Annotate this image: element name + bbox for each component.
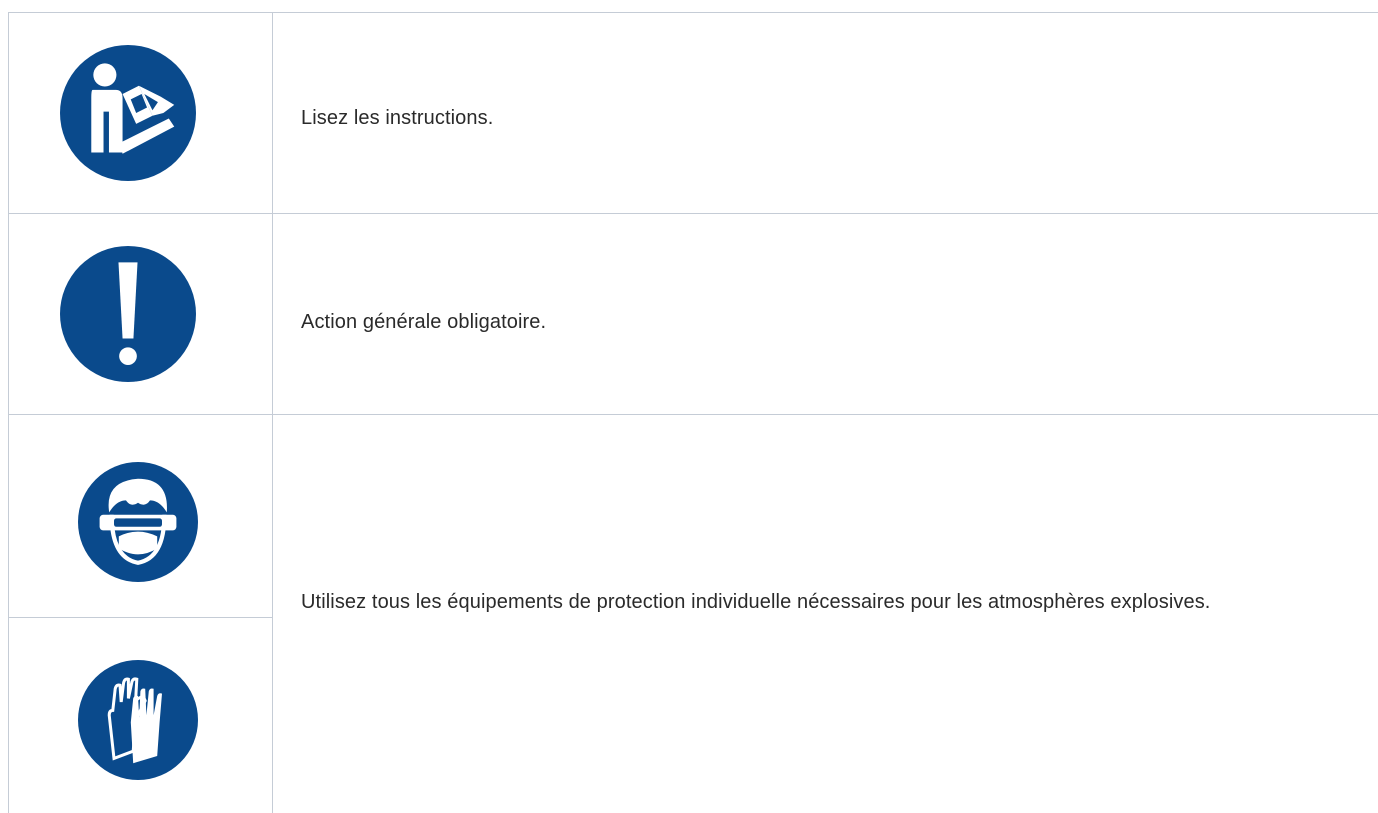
row-text: Action générale obligatoire. (301, 311, 547, 333)
read-manual-icon (60, 45, 196, 181)
gloves-icon (78, 660, 198, 780)
exclamation-mandatory-icon (60, 246, 196, 382)
goggles-mask-icon (78, 462, 198, 582)
row-text: Lisez les instructions. (301, 107, 494, 129)
table-cell-divider (8, 617, 272, 618)
table-row-divider (8, 414, 1378, 415)
table-column-divider (272, 12, 273, 813)
table-border-left (8, 12, 9, 813)
table-row-divider (8, 213, 1378, 214)
table-border-top (8, 12, 1378, 13)
row-text: Utilisez tous les équipements de protect… (301, 591, 1211, 613)
safety-instructions-table (8, 12, 1378, 813)
